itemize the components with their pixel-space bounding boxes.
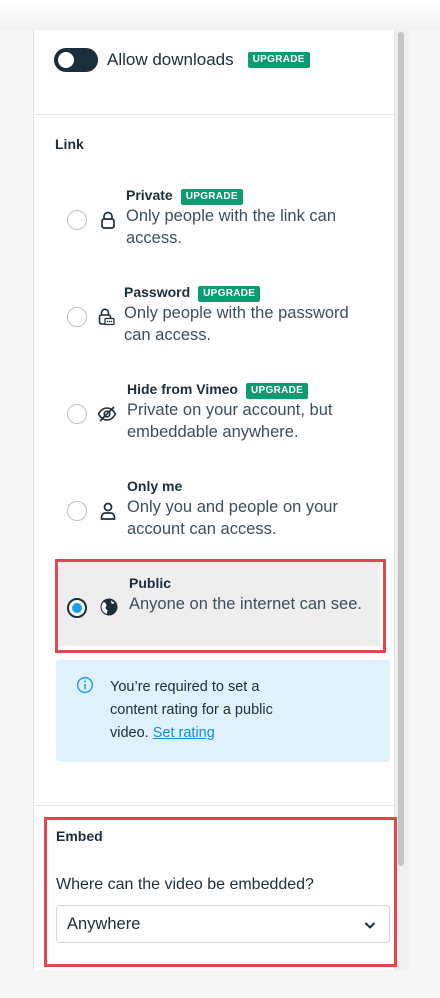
option-private[interactable]: Private UPGRADE Only people with the link… (34, 180, 394, 260)
radio-password[interactable] (67, 307, 87, 327)
option-title: Hide from Vimeo UPGRADE (127, 381, 309, 399)
option-description: Only you and people on your account can … (127, 498, 338, 538)
content-rating-notice: You’re required to set a content rating … (56, 660, 390, 762)
window-top-edge (0, 0, 440, 30)
option-only-me[interactable]: Only me Only you and people on your acco… (34, 470, 394, 550)
option-description: Private on your account, but embeddable … (127, 401, 333, 441)
radio-only-me[interactable] (67, 501, 87, 521)
info-icon (76, 676, 94, 694)
highlight-embed-section (44, 817, 397, 967)
notice-text-block: You’re required to set a content rating … (110, 676, 310, 745)
upgrade-badge[interactable]: UPGRADE (198, 286, 261, 302)
scrollbar-thumb[interactable] (398, 32, 404, 866)
option-title: Private UPGRADE (126, 187, 243, 205)
toggle-knob (58, 52, 74, 68)
option-hide-from-vimeo[interactable]: Hide from Vimeo UPGRADE Private on your a… (34, 373, 394, 453)
option-password[interactable]: Password UPGRADE Only people with the pas… (34, 277, 394, 357)
upgrade-badge[interactable]: UPGRADE (246, 383, 309, 399)
radio-hide-from-vimeo[interactable] (67, 404, 87, 424)
allow-downloads-toggle[interactable] (54, 48, 98, 72)
upgrade-badge[interactable]: UPGRADE (180, 189, 243, 205)
divider (34, 114, 394, 115)
option-description: Only people with the password can access… (124, 304, 349, 344)
upgrade-badge[interactable]: UPGRADE (247, 52, 310, 68)
divider (34, 805, 394, 806)
option-title: Password UPGRADE (124, 284, 261, 302)
highlight-public-option (55, 559, 386, 653)
option-title-text: Private (126, 187, 173, 203)
password-lock-icon (98, 308, 115, 326)
option-title-text: Only me (127, 478, 183, 494)
option-title-text: Password (124, 284, 191, 300)
person-icon (100, 502, 116, 520)
option-title-text: Hide from Vimeo (127, 381, 238, 397)
link-section-title: Link (55, 136, 84, 152)
eye-slash-icon (97, 406, 117, 422)
option-description: Only people with the link can access. (126, 207, 337, 247)
radio-private[interactable] (67, 210, 87, 230)
option-title: Only me (127, 478, 182, 494)
set-rating-link[interactable]: Set rating (153, 725, 215, 741)
allow-downloads-label: Allow downloads (107, 50, 234, 69)
lock-icon (101, 211, 115, 229)
allow-downloads-row: Allow downloads UPGRADE (54, 48, 310, 72)
